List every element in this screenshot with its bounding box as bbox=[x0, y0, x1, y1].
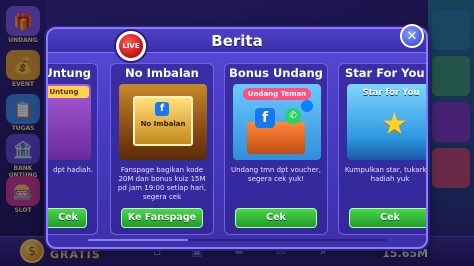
dialog-header: Berita bbox=[48, 29, 426, 53]
live-badge[interactable]: LIVE bbox=[116, 31, 146, 61]
carousel-scroll-thumb[interactable] bbox=[88, 239, 188, 241]
card-description: Fanspage bagikan kode 20M dan bonus kuiz… bbox=[117, 166, 207, 201]
fanspage-button[interactable]: Ke Fanspage bbox=[121, 208, 203, 228]
card-title: Star For You bbox=[345, 66, 425, 80]
card-description: Undang tmn dpt voucher, segera cek yuk! bbox=[230, 166, 322, 183]
card-image-label: No Imbalan bbox=[140, 120, 186, 128]
news-card[interactable]: Untung Untung dpt hadiah. Cek bbox=[46, 63, 98, 235]
card-description: dpt hadiah. bbox=[53, 166, 93, 174]
card-image-label: Star for You bbox=[362, 88, 420, 98]
card-image-label: Untung bbox=[48, 86, 89, 98]
news-card[interactable]: Bonus Undang Undang Teman f ✆ Undang tmn… bbox=[224, 63, 328, 235]
card-title: No Imbalan bbox=[125, 66, 199, 80]
news-card[interactable]: Star For You Star for You ★ Kumpulkan st… bbox=[338, 63, 428, 235]
whatsapp-icon: ✆ bbox=[285, 108, 301, 124]
dialog-title: Berita bbox=[211, 32, 263, 50]
messenger-icon bbox=[301, 100, 313, 112]
news-dialog: Berita Untung Untung dpt hadiah. Cek No … bbox=[46, 27, 428, 249]
card-title: Bonus Undang bbox=[229, 66, 323, 80]
facebook-icon: f bbox=[155, 102, 169, 116]
cek-button[interactable]: Cek bbox=[235, 208, 317, 228]
news-carousel[interactable]: Untung Untung dpt hadiah. Cek No Imbalan… bbox=[48, 63, 426, 245]
card-description: Kumpulkan star, tukarkan hadiah yuk bbox=[344, 166, 428, 183]
cek-button[interactable]: Cek bbox=[48, 208, 87, 228]
card-title: Untung bbox=[46, 66, 91, 80]
star-icon: ★ bbox=[381, 107, 408, 142]
card-image: f No Imbalan bbox=[119, 84, 207, 160]
card-image: Untung bbox=[48, 84, 91, 160]
card-image: Star for You ★ bbox=[347, 84, 426, 160]
card-image-label: Undang Teman bbox=[243, 88, 311, 100]
cek-button[interactable]: Cek bbox=[349, 208, 426, 228]
close-button[interactable]: ✕ bbox=[400, 24, 424, 48]
facebook-icon: f bbox=[255, 108, 275, 128]
card-image: Undang Teman f ✆ bbox=[233, 84, 321, 160]
news-card[interactable]: No Imbalan f No Imbalan Fanspage bagikan… bbox=[110, 63, 214, 235]
